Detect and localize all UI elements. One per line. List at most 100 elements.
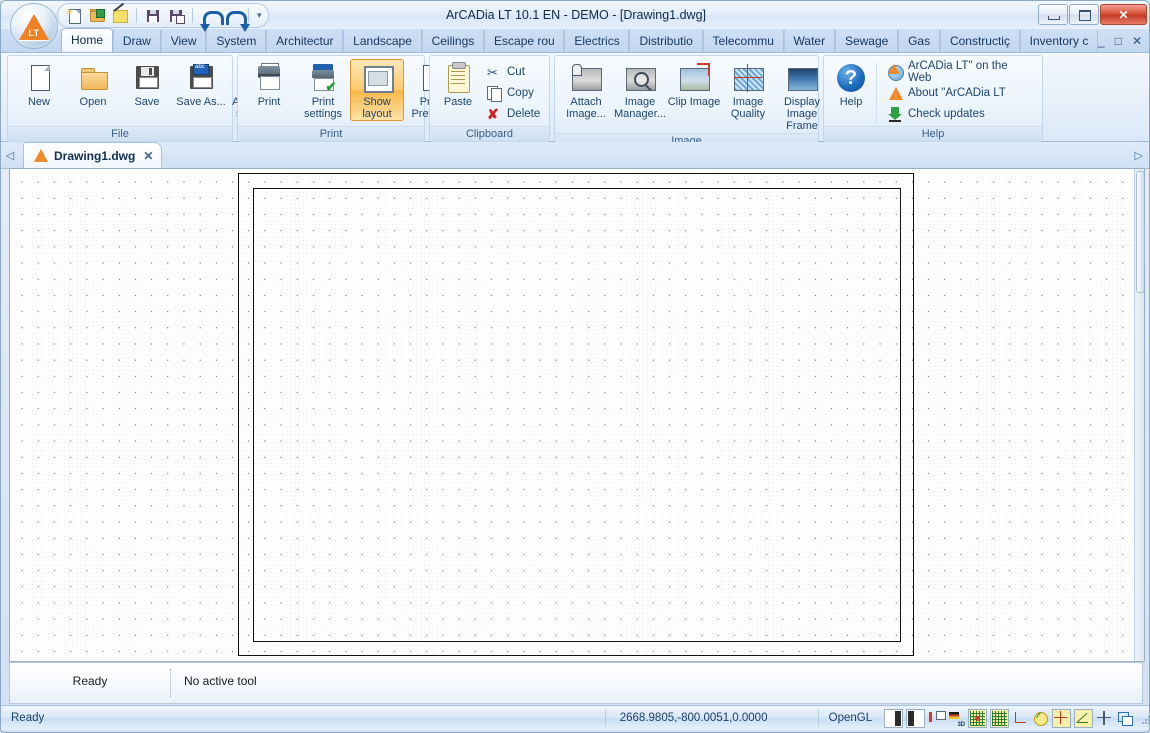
image-manager-button[interactable]: Image Manager... (613, 59, 667, 121)
cut-button[interactable]: ✂ Cut (482, 63, 544, 81)
mdi-close-button[interactable]: ✕ (1132, 34, 1142, 48)
help-button[interactable]: ? Help (828, 59, 874, 109)
window-controls: ✕ (1038, 4, 1147, 25)
ribbon-tab-view[interactable]: View (160, 30, 207, 52)
view-3d-toggle-icon[interactable]: 3D (948, 710, 965, 728)
tab-prev-arrow-icon[interactable]: ◁ (1, 149, 19, 162)
maximize-button[interactable] (1069, 4, 1099, 25)
drawing-canvas[interactable] (9, 168, 1145, 662)
ribbon-group-clipboard: Paste ✂ Cut Copy ✘ Delete Clipboard (429, 55, 550, 142)
display-image-frame-button[interactable]: Display Image Frame (775, 59, 829, 133)
ribbon-tab-home[interactable]: Home (61, 28, 113, 52)
paste-button[interactable]: Paste (434, 59, 482, 109)
edit-pencil-icon[interactable] (110, 2, 130, 25)
application-menu-button[interactable]: LT (10, 3, 58, 49)
open-document-icon[interactable] (87, 6, 107, 25)
right-pane-toggle-icon[interactable] (906, 708, 926, 728)
ribbon-tab-distributio[interactable]: Distributio (629, 30, 703, 52)
ribbon-tab-telecommu[interactable]: Telecommu (702, 30, 784, 52)
check-updates-button[interactable]: Check updates (883, 105, 1038, 123)
cut-button-label: Cut (507, 66, 525, 78)
print-button[interactable]: Print (242, 59, 296, 109)
about-arcadia-label: About "ArCADia LT (908, 87, 1006, 99)
document-tab-drawing1[interactable]: Drawing1.dwg ✕ (23, 142, 163, 168)
minimize-button[interactable] (1038, 4, 1068, 25)
ribbon-tab-landscape[interactable]: Landscape (343, 30, 422, 52)
ribbon-tab-inventory-c[interactable]: Inventory c (1019, 30, 1099, 52)
image-quality-button[interactable]: Image Quality (721, 59, 775, 121)
close-button[interactable]: ✕ (1100, 4, 1147, 25)
ortho-toggle-icon[interactable] (1012, 710, 1029, 727)
ribbon-tab-constructi[interactable]: Constructiç (939, 30, 1020, 52)
window-toggle-icon[interactable] (1116, 710, 1134, 727)
ribbon-group-print-title: Print (238, 126, 424, 141)
print-settings-button[interactable]: ✔ Print settings (296, 59, 350, 121)
new-button[interactable]: New (12, 59, 66, 109)
application-window: ArCADia LT 10.1 EN - DEMO - [Drawing1.dw… (0, 0, 1150, 733)
snap-grid-toggle-icon[interactable] (968, 708, 988, 728)
check-updates-label: Check updates (908, 108, 985, 120)
ribbon-tab-strip: Home Draw View System Architectur Landscape Ce… (1, 28, 1149, 53)
print-button-label: Print (257, 96, 281, 108)
angle-snap-toggle-icon[interactable] (1074, 708, 1094, 728)
arcadia-on-the-web-button[interactable]: ArCADia LT" on the Web (883, 60, 1038, 84)
image-quality-icon (732, 62, 764, 94)
resize-grip-icon[interactable] (1137, 711, 1149, 725)
attach-image-button-label: Attach Image... (566, 96, 606, 120)
mdi-restore-button[interactable]: □ (1115, 34, 1122, 48)
print-settings-button-label: Print settings (304, 96, 342, 120)
ribbon-tab-electrics[interactable]: Electrics (564, 30, 630, 52)
attach-image-icon (570, 62, 602, 94)
paste-clipboard-icon (442, 62, 474, 94)
scrollbar-thumb[interactable] (1136, 171, 1144, 293)
canvas-vertical-scrollbar[interactable] (1134, 169, 1144, 661)
save-as-icon (185, 62, 217, 94)
copy-button[interactable]: Copy (482, 84, 544, 102)
status-bar-message: Ready (11, 712, 45, 724)
new-document-icon[interactable]: ✳ (64, 6, 84, 25)
object-snap-toggle-icon[interactable] (1052, 708, 1072, 728)
save-icon[interactable] (143, 6, 163, 25)
delete-button[interactable]: ✘ Delete (482, 105, 544, 123)
download-arrow-icon (887, 106, 903, 122)
open-button[interactable]: Open (66, 59, 120, 109)
help-button-label: Help (839, 96, 863, 108)
redo-icon[interactable] (222, 6, 250, 32)
title-bar: ArCADia LT 10.1 EN - DEMO - [Drawing1.dw… (1, 1, 1149, 49)
save-as-button[interactable]: Save As... (174, 59, 228, 109)
polar-tracking-toggle-icon[interactable] (1032, 710, 1049, 727)
ribbon-tab-ceilings[interactable]: Ceilings (421, 30, 485, 52)
grid-toggle-icon[interactable] (990, 708, 1010, 728)
save-floppy-icon (131, 62, 163, 94)
attach-image-button[interactable]: Attach Image... (559, 59, 613, 121)
crosshair-toggle-icon[interactable] (1096, 710, 1113, 727)
mdi-minimize-button[interactable]: _ (1098, 34, 1105, 48)
new-document-icon (23, 62, 55, 94)
show-layout-button[interactable]: Show layout (350, 59, 404, 121)
save-button[interactable]: Save (120, 59, 174, 109)
ribbon-tab-architectur[interactable]: Architectur (266, 30, 344, 52)
status-pane-tool: No active tool (184, 674, 257, 688)
ribbon-tab-escape-rou[interactable]: Escape rou (484, 30, 565, 52)
ribbon-group-file: New Open Save Save As... A Autosave sett… (7, 55, 278, 142)
document-tab-close-icon[interactable]: ✕ (141, 149, 153, 163)
ribbon-group-help-title: Help (824, 126, 1042, 141)
left-pane-toggle-icon[interactable] (884, 708, 904, 728)
ribbon-tab-gas[interactable]: Gas (898, 30, 940, 52)
about-arcadia-button[interactable]: About "ArCADia LT (883, 84, 1038, 102)
clipboard-small-buttons: ✂ Cut Copy ✘ Delete (482, 59, 544, 123)
layers-toggle-icon[interactable] (928, 710, 947, 727)
clip-image-button[interactable]: Clip Image (667, 59, 721, 109)
ribbon-tab-water[interactable]: Water (783, 30, 835, 52)
ribbon-tab-sewage[interactable]: Sewage (834, 30, 899, 52)
open-folder-icon (77, 62, 109, 94)
logo-label: LT (28, 28, 40, 38)
ribbon-tab-system[interactable]: System (206, 30, 267, 52)
qat-overflow-icon[interactable]: ▾ (255, 10, 264, 21)
ribbon-group-file-title: File (8, 126, 232, 141)
save-as-icon[interactable] (166, 6, 186, 25)
tab-next-arrow-icon[interactable]: ▷ (1135, 149, 1149, 162)
undo-icon[interactable] (199, 6, 224, 32)
copy-button-label: Copy (507, 87, 534, 99)
ribbon-tab-draw[interactable]: Draw (112, 30, 161, 52)
